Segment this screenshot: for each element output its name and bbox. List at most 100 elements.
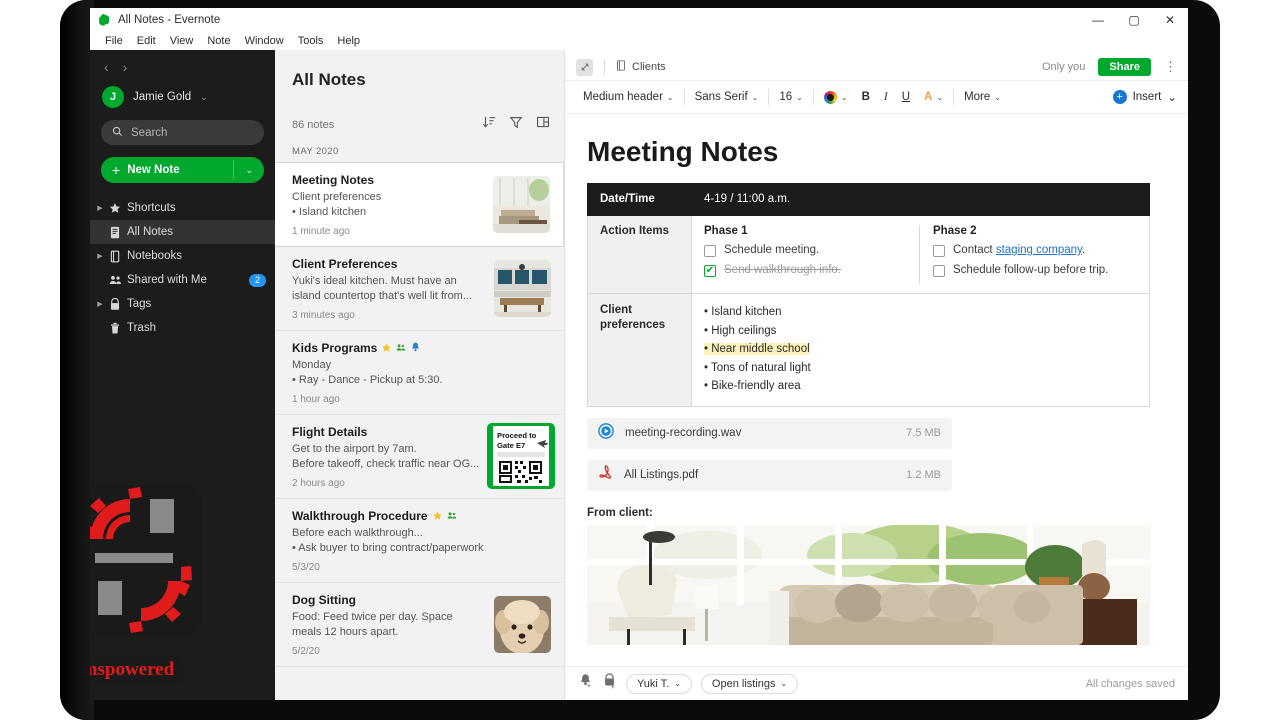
list-item[interactable]: Flight Details Get to the airport by 7am…	[275, 415, 564, 499]
expand-icon[interactable]	[576, 59, 593, 76]
note-editor: Clients Only you Share ⋮ Medium header ⌄…	[565, 50, 1188, 700]
checkbox-row[interactable]: ✔ Send walkthrough info.	[704, 264, 912, 277]
attachment-size: 7.5 MB	[906, 427, 941, 439]
chevron-down-icon[interactable]: ⌄	[245, 165, 253, 176]
table-value: 4-19 / 11:00 a.m.	[692, 184, 1150, 216]
shared-icon	[447, 509, 457, 523]
list-item[interactable]: Meeting Notes Client preferences • Islan…	[275, 162, 564, 247]
nav-back-icon[interactable]: ‹	[104, 60, 109, 74]
breadcrumb[interactable]: Clients	[616, 60, 666, 74]
checkbox-row[interactable]: Schedule meeting.	[704, 244, 912, 257]
share-button[interactable]: Share	[1098, 58, 1151, 76]
note-thumbnail	[494, 596, 551, 653]
attachment-pdf[interactable]: All Listings.pdf 1.2 MB	[587, 460, 952, 491]
menu-tools[interactable]: Tools	[291, 32, 331, 50]
phase-2-column: Phase 2 Contact staging company. Schedul…	[919, 225, 1149, 284]
note-thumbnail	[493, 176, 550, 233]
menu-file[interactable]: File	[98, 32, 130, 50]
note-preview-line: Get to the airport by 7am.	[292, 442, 484, 457]
note-title: Kids Programs	[292, 341, 377, 355]
checkbox[interactable]	[933, 245, 945, 257]
task-label: Schedule follow-up before trip.	[953, 264, 1108, 276]
note-list-toolbar: 86 notes	[275, 90, 564, 142]
table-label: Date/Time	[588, 184, 692, 216]
nav-forward-icon[interactable]: ›	[123, 60, 128, 74]
style-dropdown[interactable]: Medium header ⌄	[576, 91, 681, 103]
table-label: Client preferences	[588, 294, 692, 407]
evernote-elephant-icon	[98, 13, 112, 27]
sidebar-item-label: Shortcuts	[127, 202, 176, 214]
menu-window[interactable]: Window	[238, 32, 291, 50]
note-preview-line: Before takeoff, check traffic near OG...	[292, 457, 484, 472]
note-preview-line: • Ask buyer to bring contract/paperwork	[292, 541, 536, 556]
expand-triangle-icon[interactable]: ▶	[94, 204, 106, 212]
note-thumbnail: Proceed to Gate E7	[487, 423, 555, 489]
checkbox-row[interactable]: Schedule follow-up before trip.	[933, 264, 1141, 277]
search-input[interactable]: Search	[101, 120, 264, 145]
formatting-toolbar: Medium header ⌄ Sans Serif ⌄ 16 ⌄	[565, 81, 1188, 114]
account-switcher[interactable]: J Jamie Gold ⌄	[90, 80, 275, 118]
highlight-button[interactable]: A ⌄	[917, 91, 950, 103]
editor-topbar: Clients Only you Share ⋮	[565, 54, 1188, 81]
text-color-button[interactable]: ⌄	[817, 91, 855, 104]
table-row-datetime: Date/Time 4-19 / 11:00 a.m.	[588, 184, 1150, 216]
menu-note[interactable]: Note	[200, 32, 237, 50]
attachment-audio[interactable]: meeting-recording.wav 7.5 MB	[587, 418, 952, 449]
menu-view[interactable]: View	[163, 32, 201, 50]
italic-button[interactable]: I	[877, 91, 895, 103]
list-item[interactable]: Client Preferences Yuki's ideal kitchen.…	[275, 247, 564, 331]
chevron-down-icon: ⌄	[752, 93, 759, 102]
notebook-chip[interactable]: Open listings ⌄	[701, 674, 798, 694]
kebab-menu-icon[interactable]: ⋮	[1164, 62, 1177, 72]
view-options-icon[interactable]	[536, 115, 550, 134]
avatar: J	[102, 86, 124, 108]
plus-icon: +	[112, 163, 120, 177]
filter-icon[interactable]	[509, 115, 523, 134]
list-item[interactable]: Walkthrough Procedure Before each walkth…	[275, 499, 564, 583]
add-reminder-icon[interactable]: +	[578, 673, 593, 694]
sidebar-item-all-notes[interactable]: All Notes	[90, 220, 275, 244]
checkbox[interactable]	[933, 265, 945, 277]
sidebar-item-shortcuts[interactable]: ▶ Shortcuts	[90, 196, 275, 220]
list-item[interactable]: Dog Sitting Food: Feed twice per day. Sp…	[275, 583, 564, 667]
checkbox-checked[interactable]: ✔	[704, 265, 716, 277]
staging-company-link[interactable]: staging company	[996, 244, 1082, 256]
reminder-icon	[411, 341, 420, 355]
minimize-button[interactable]: —	[1080, 8, 1116, 32]
font-dropdown[interactable]: Sans Serif ⌄	[688, 91, 766, 103]
bold-button[interactable]: B	[855, 91, 877, 103]
author-chip[interactable]: Yuki T. ⌄	[626, 674, 692, 694]
client-photo[interactable]	[587, 525, 1150, 645]
expand-triangle-icon[interactable]: ▶	[94, 252, 106, 260]
list-item[interactable]: Kids Programs Monday • Ray - Dance - Pic…	[275, 331, 564, 415]
note-content[interactable]: Meeting Notes Date/Time 4-19 / 11:00 a.m…	[565, 114, 1188, 666]
expand-triangle-icon[interactable]: ▶	[94, 300, 106, 308]
note-preview-line: Client preferences	[292, 190, 483, 205]
sidebar-item-shared-with-me[interactable]: Shared with Me 2	[90, 268, 275, 292]
desktop-background: All Notes - Evernote — ▢ ✕ File Edit Vie…	[0, 0, 1280, 720]
note-title: Meeting Notes	[292, 173, 374, 187]
note-preview-line: Yuki's ideal kitchen. Must have an	[292, 274, 484, 289]
more-dropdown[interactable]: More ⌄	[957, 91, 1008, 103]
menu-help[interactable]: Help	[330, 32, 367, 50]
gear-logo-icon	[90, 485, 203, 635]
checkbox-row[interactable]: Contact staging company.	[933, 244, 1141, 257]
menu-edit[interactable]: Edit	[130, 32, 163, 50]
sidebar-item-notebooks[interactable]: ▶ Notebooks	[90, 244, 275, 268]
steamspowered-watermark: steamspowered	[90, 485, 220, 685]
underline-button[interactable]: U	[895, 91, 917, 103]
sidebar-item-trash[interactable]: Trash	[90, 316, 275, 340]
sort-icon[interactable]	[482, 115, 496, 134]
close-button[interactable]: ✕	[1152, 8, 1188, 32]
attachment-size: 1.2 MB	[906, 469, 941, 481]
checkbox[interactable]	[704, 245, 716, 257]
font-size-dropdown[interactable]: 16 ⌄	[772, 91, 810, 103]
pref-text: • Tons of natural light	[704, 362, 811, 374]
sidebar-item-tags[interactable]: ▶ Tags	[90, 292, 275, 316]
insert-button[interactable]: + Insert ⌄	[1113, 90, 1177, 104]
add-tag-icon[interactable]: +	[602, 673, 617, 694]
new-note-button[interactable]: + New Note ⌄	[101, 157, 264, 183]
note-list-panel: All Notes 86 notes	[275, 50, 565, 700]
maximize-button[interactable]: ▢	[1116, 8, 1152, 32]
evernote-window: All Notes - Evernote — ▢ ✕ File Edit Vie…	[90, 8, 1188, 700]
